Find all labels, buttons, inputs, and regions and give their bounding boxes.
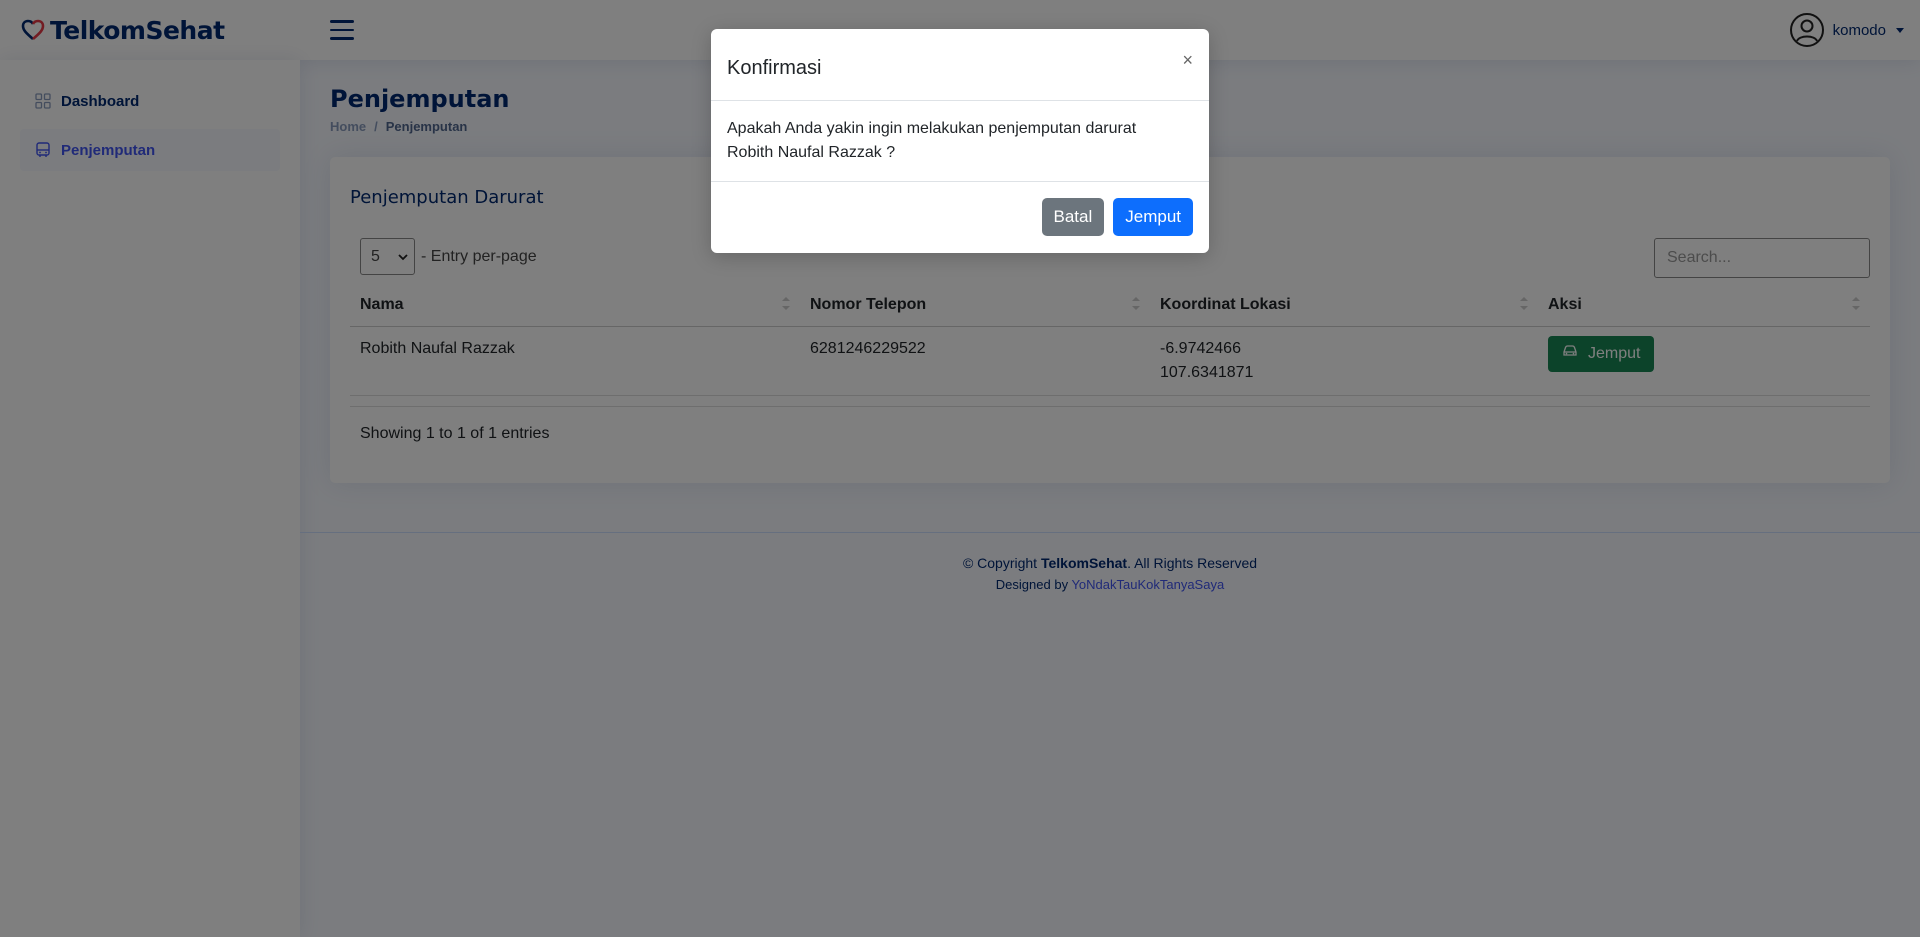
modal-body: Apakah Anda yakin ingin melakukan penjem… — [711, 101, 1209, 182]
close-icon[interactable]: × — [1182, 50, 1193, 71]
confirm-modal: Konfirmasi × Apakah Anda yakin ingin mel… — [711, 29, 1209, 253]
confirm-button[interactable]: Jemput — [1113, 198, 1193, 236]
cancel-button[interactable]: Batal — [1041, 198, 1105, 236]
modal-title: Konfirmasi — [727, 57, 822, 79]
modal-header: Konfirmasi × — [711, 29, 1209, 101]
modal-footer: Batal Jemput — [711, 182, 1209, 252]
